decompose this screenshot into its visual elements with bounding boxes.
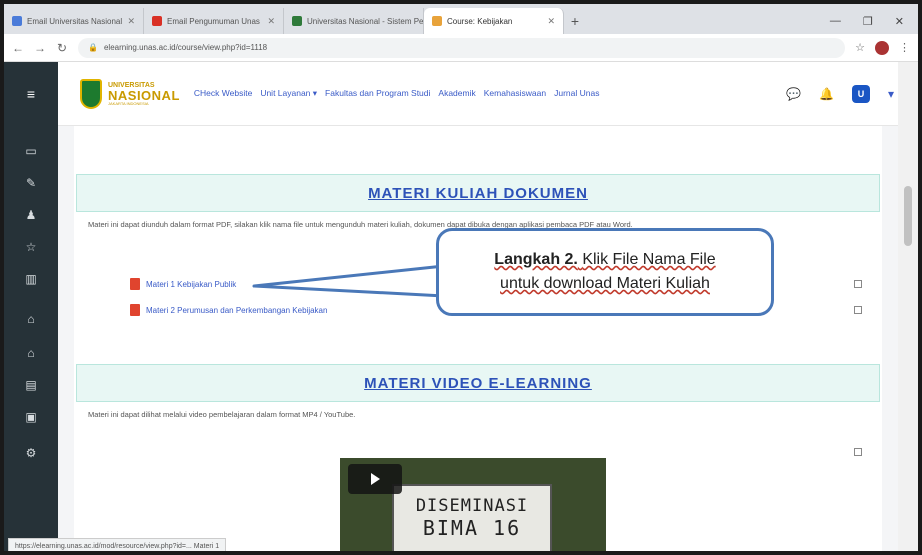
- instruction-callout: Langkah 2. Klik File Nama File untuk dow…: [436, 228, 774, 316]
- hamburger-icon[interactable]: ≡: [4, 61, 58, 126]
- video-frame-sign: DISEMINASI BIMA 16: [392, 484, 552, 551]
- file-link[interactable]: Materi 1 Kebijakan Publik: [130, 278, 236, 290]
- star-icon[interactable]: ☆: [855, 41, 865, 54]
- section-header-dokumen: MATERI KULIAH DOKUMEN: [76, 174, 880, 212]
- logo-line: NASIONAL: [108, 87, 180, 103]
- url-field[interactable]: 🔒 elearning.unas.ac.id/course/view.php?i…: [78, 37, 846, 58]
- nav-item[interactable]: Fakultas dan Program Studi: [325, 88, 430, 99]
- tab-favicon: [432, 16, 442, 26]
- callout-step: Langkah 2.: [494, 251, 578, 268]
- logo-line: JAKARTA INDONESIA: [108, 100, 149, 106]
- tab-label: Email Pengumuman Unas: [167, 16, 260, 26]
- profile-avatar[interactable]: [875, 40, 889, 55]
- clipboard-icon[interactable]: ▤: [4, 378, 58, 392]
- nav-item[interactable]: Akademik: [438, 88, 475, 99]
- tab-favicon: [292, 16, 302, 26]
- kebab-menu-icon[interactable]: ⋮: [899, 41, 910, 54]
- tab-label: Email Universitas Nasional: [27, 16, 123, 26]
- folder-icon[interactable]: ⌂: [4, 312, 58, 326]
- window-controls: — ❐ ✕: [830, 8, 918, 34]
- tab-favicon: [12, 16, 22, 26]
- file-link-label[interactable]: Materi 2 Perumusan dan Perkembangan Kebi…: [146, 306, 327, 315]
- left-sidebar: ▭ ✎ ♟ ☆ ▥ ⌂ ⌂ ▤ ▣ ⚙: [4, 126, 58, 551]
- user-avatar[interactable]: U: [851, 84, 870, 103]
- minimize-icon[interactable]: —: [830, 15, 841, 27]
- scrollbar[interactable]: [898, 62, 918, 551]
- nav-item[interactable]: CHeck Website: [194, 88, 252, 99]
- new-tab-button[interactable]: +: [564, 8, 586, 34]
- notification-icon[interactable]: 🔔: [819, 87, 834, 101]
- browser-window: Email Universitas Nasional ✕ Email Pengu…: [0, 0, 922, 555]
- nav-item[interactable]: Unit Layanan ▾: [260, 88, 317, 99]
- course-card: MATERI KULIAH DOKUMEN Materi ini dapat d…: [74, 126, 882, 551]
- tab-label: Universitas Nasional - Sistem Pe...: [307, 16, 424, 26]
- calendar-icon[interactable]: ▭: [4, 144, 58, 158]
- main-nav: CHeck Website Unit Layanan ▾ Fakultas da…: [194, 88, 600, 99]
- tab-label: Course: Kebijakan: [447, 16, 513, 26]
- play-button[interactable]: [348, 464, 402, 494]
- video-player[interactable]: DISEMINASI BIMA 16: [340, 458, 606, 551]
- messages-icon[interactable]: 💬: [786, 87, 801, 101]
- settings-icon[interactable]: ⚙: [4, 446, 58, 460]
- browser-tab[interactable]: Email Universitas Nasional ✕: [4, 8, 144, 34]
- completion-checkbox[interactable]: [854, 280, 862, 288]
- scrollbar-thumb[interactable]: [904, 186, 912, 246]
- nav-item[interactable]: Jurnal Unas: [554, 88, 599, 99]
- completion-checkbox[interactable]: [854, 448, 862, 456]
- close-window-icon[interactable]: ✕: [895, 15, 904, 28]
- maximize-icon[interactable]: ❐: [863, 15, 873, 28]
- nav-item[interactable]: Kemahasiswaan: [484, 88, 546, 99]
- callout-text: Klik File Nama File: [582, 251, 716, 268]
- crest-icon: [80, 78, 102, 109]
- main-content: MATERI KULIAH DOKUMEN Materi ini dapat d…: [58, 126, 898, 551]
- site-header: ≡ UNIVERSITAS NASIONAL JAKARTA INDONESIA…: [4, 61, 918, 126]
- callout-line-1: Langkah 2. Klik File Nama File: [494, 251, 715, 269]
- section-title: MATERI VIDEO E-LEARNING: [364, 374, 592, 392]
- callout-line-2: untuk download Materi Kuliah: [500, 275, 710, 292]
- status-bar: https://elearning.unas.ac.id/mod/resourc…: [8, 538, 227, 551]
- pdf-icon: [130, 304, 140, 316]
- file-link-label[interactable]: Materi 1 Kebijakan Publik: [146, 280, 236, 289]
- edit-icon[interactable]: ✎: [4, 176, 58, 190]
- address-bar: ← → ↻ 🔒 elearning.unas.ac.id/course/view…: [4, 34, 918, 62]
- logo-wordmark: UNIVERSITAS NASIONAL JAKARTA INDONESIA: [108, 82, 180, 106]
- star-icon[interactable]: ☆: [4, 240, 58, 254]
- browser-tab[interactable]: Universitas Nasional - Sistem Pe... ✕: [284, 8, 424, 34]
- close-icon[interactable]: ✕: [547, 16, 555, 27]
- section-title: MATERI KULIAH DOKUMEN: [368, 184, 588, 202]
- browser-tab[interactable]: Email Pengumuman Unas ✕: [144, 8, 284, 34]
- back-icon[interactable]: ←: [12, 41, 24, 55]
- url-text: elearning.unas.ac.id/course/view.php?id=…: [103, 43, 268, 52]
- pdf-icon: [130, 278, 140, 290]
- report-icon[interactable]: ▣: [4, 410, 58, 424]
- tab-favicon: [152, 16, 162, 26]
- home-icon[interactable]: ⌂: [4, 346, 58, 360]
- browser-tab-active[interactable]: Course: Kebijakan ✕: [424, 8, 564, 34]
- close-icon[interactable]: ✕: [267, 16, 275, 27]
- library-icon[interactable]: ▥: [4, 272, 58, 286]
- users-icon[interactable]: ♟: [4, 208, 58, 222]
- tab-bar: Email Universitas Nasional ✕ Email Pengu…: [4, 4, 918, 34]
- lock-icon: 🔒: [88, 43, 98, 52]
- section-description: Materi ini dapat dilihat melalui video p…: [88, 410, 356, 419]
- play-icon: [370, 473, 380, 485]
- section-header-video: MATERI VIDEO E-LEARNING: [76, 364, 880, 402]
- sign-text: DISEMINASI: [415, 496, 529, 516]
- close-icon[interactable]: ✕: [127, 16, 135, 27]
- completion-checkbox[interactable]: [854, 306, 862, 314]
- chevron-down-icon[interactable]: ▾: [888, 87, 894, 101]
- forward-icon[interactable]: →: [34, 41, 46, 55]
- reload-icon[interactable]: ↻: [56, 41, 68, 55]
- file-link[interactable]: Materi 2 Perumusan dan Perkembangan Kebi…: [130, 304, 327, 316]
- sign-text: BIMA 16: [422, 516, 522, 540]
- site-logo[interactable]: UNIVERSITAS NASIONAL JAKARTA INDONESIA: [80, 78, 180, 109]
